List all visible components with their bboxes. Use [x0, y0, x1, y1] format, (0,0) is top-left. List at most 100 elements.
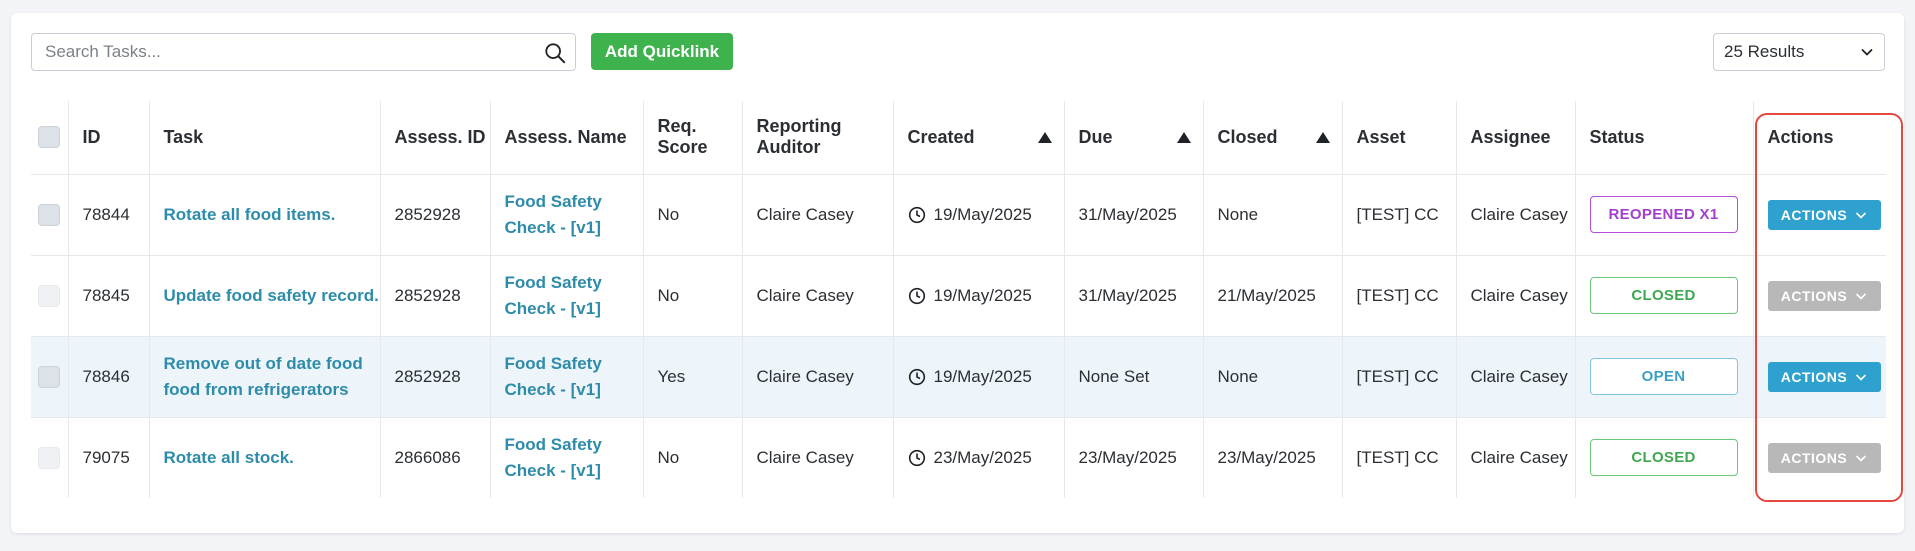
header-assignee[interactable]: Assignee [1456, 101, 1576, 174]
table-header-row: ID Task Assess. ID Assess. Name Req. Sco… [31, 101, 1886, 174]
cell-assess-name: Food Safety Check - [v1] [490, 254, 644, 336]
sort-ascending-icon[interactable] [1176, 131, 1191, 143]
cell-assess-name: Food Safety Check - [v1] [490, 335, 644, 417]
add-quicklink-button[interactable]: Add Quicklink [591, 33, 733, 70]
header-created[interactable]: Created [893, 101, 1065, 174]
chevron-down-icon [1856, 373, 1867, 381]
task-link[interactable]: Remove out of date food food from refrig… [164, 354, 363, 399]
cell-task: Remove out of date food food from refrig… [149, 335, 381, 417]
actions-dropdown-button[interactable]: ACTIONS [1767, 361, 1881, 392]
cell-status: OPEN [1575, 335, 1754, 417]
cell-asset: [TEST] CC [1342, 173, 1457, 255]
cell-status: CLOSED [1575, 254, 1754, 336]
select-all-checkbox[interactable] [38, 126, 61, 149]
search-box[interactable] [31, 33, 576, 71]
header-created-label: Created [907, 126, 975, 147]
cell-task: Rotate all food items. [149, 173, 381, 255]
row-checkbox[interactable] [38, 365, 61, 388]
cell-due: None Set [1064, 335, 1204, 417]
cell-assignee: Claire Casey [1456, 173, 1576, 255]
created-date: 19/May/2025 [933, 366, 1032, 386]
task-link[interactable]: Update food safety record. [164, 286, 379, 305]
cell-created: 19/May/2025 [893, 173, 1065, 255]
clock-icon [908, 287, 925, 304]
assessment-link[interactable]: Food Safety Check - [v1] [505, 192, 602, 237]
results-per-page-value: 25 Results [1724, 42, 1805, 61]
header-actions: Actions [1767, 126, 1834, 147]
cell-assignee: Claire Casey [1456, 416, 1576, 498]
header-reporting-auditor[interactable]: Reporting Auditor [742, 101, 894, 174]
header-asset[interactable]: Asset [1342, 101, 1457, 174]
chevron-down-icon [1856, 292, 1867, 300]
clock-icon [908, 368, 925, 385]
actions-label: ACTIONS [1780, 287, 1848, 304]
header-closed[interactable]: Closed [1203, 101, 1343, 174]
header-closed-label: Closed [1217, 126, 1278, 147]
cell-auditor: Claire Casey [742, 416, 894, 498]
sort-ascending-icon[interactable] [1037, 131, 1052, 143]
cell-due: 23/May/2025 [1064, 416, 1204, 498]
status-badge: REOPENED X1 [1589, 196, 1738, 233]
actions-label: ACTIONS [1780, 449, 1848, 466]
task-link[interactable]: Rotate all stock. [164, 448, 294, 467]
header-assess-name[interactable]: Assess. Name [490, 101, 644, 174]
header-id[interactable]: ID [68, 101, 150, 174]
cell-auditor: Claire Casey [742, 335, 894, 417]
cell-actions: ACTIONS [1753, 335, 1886, 417]
cell-task: Update food safety record. [149, 254, 381, 336]
cell-asset: [TEST] CC [1342, 416, 1457, 498]
cell-closed: None [1203, 173, 1343, 255]
row-select-cell [31, 254, 69, 336]
row-checkbox[interactable] [38, 203, 61, 226]
row-select-cell [31, 416, 69, 498]
actions-label: ACTIONS [1780, 368, 1848, 385]
created-date: 19/May/2025 [933, 204, 1032, 224]
row-select-cell [31, 173, 69, 255]
chevron-down-icon [1856, 455, 1867, 462]
search-input[interactable] [32, 34, 575, 70]
row-checkbox[interactable] [38, 284, 61, 307]
table-row: 78844 Rotate all food items. 2852928 Foo… [31, 173, 1886, 255]
cell-due: 31/May/2025 [1064, 254, 1204, 336]
header-assess-id[interactable]: Assess. ID [380, 101, 491, 174]
cell-task: Rotate all stock. [149, 416, 381, 498]
cell-assignee: Claire Casey [1456, 254, 1576, 336]
sort-ascending-icon[interactable] [1315, 131, 1330, 143]
cell-auditor: Claire Casey [742, 173, 894, 255]
task-link[interactable]: Rotate all food items. [164, 205, 336, 224]
clock-icon [908, 206, 925, 223]
row-checkbox[interactable] [38, 446, 61, 469]
select-all-cell [31, 101, 69, 174]
header-task[interactable]: Task [149, 101, 381, 174]
cell-id: 78844 [68, 173, 150, 255]
cell-assess-name: Food Safety Check - [v1] [490, 416, 644, 498]
cell-auditor: Claire Casey [742, 254, 894, 336]
table-row: 78845 Update food safety record. 2852928… [31, 254, 1886, 336]
cell-due: 31/May/2025 [1064, 173, 1204, 255]
cell-created: 19/May/2025 [893, 335, 1065, 417]
cell-id: 79075 [68, 416, 150, 498]
assessment-link[interactable]: Food Safety Check - [v1] [505, 435, 602, 480]
cell-assess-name: Food Safety Check - [v1] [490, 173, 644, 255]
results-per-page-select[interactable]: 25 Results [1713, 33, 1885, 71]
header-req-score[interactable]: Req. Score [643, 101, 743, 174]
cell-assess-id: 2852928 [380, 173, 491, 255]
actions-dropdown-button[interactable]: ACTIONS [1767, 199, 1881, 230]
assessment-link[interactable]: Food Safety Check - [v1] [505, 273, 602, 318]
cell-status: REOPENED X1 [1575, 173, 1754, 255]
actions-dropdown-button[interactable]: ACTIONS [1767, 442, 1881, 473]
table-row: 79075 Rotate all stock. 2866086 Food Saf… [31, 416, 1886, 498]
cell-status: CLOSED [1575, 416, 1754, 498]
cell-req-score: No [643, 173, 743, 255]
cell-id: 78846 [68, 335, 150, 417]
cell-assignee: Claire Casey [1456, 335, 1576, 417]
cell-assess-id: 2866086 [380, 416, 491, 498]
clock-icon [908, 449, 925, 466]
cell-req-score: Yes [643, 335, 743, 417]
actions-dropdown-button[interactable]: ACTIONS [1767, 280, 1881, 311]
assessment-link[interactable]: Food Safety Check - [v1] [505, 354, 602, 399]
header-status[interactable]: Status [1575, 101, 1754, 174]
cell-req-score: No [643, 254, 743, 336]
header-due[interactable]: Due [1064, 101, 1204, 174]
search-icon[interactable] [544, 42, 566, 64]
